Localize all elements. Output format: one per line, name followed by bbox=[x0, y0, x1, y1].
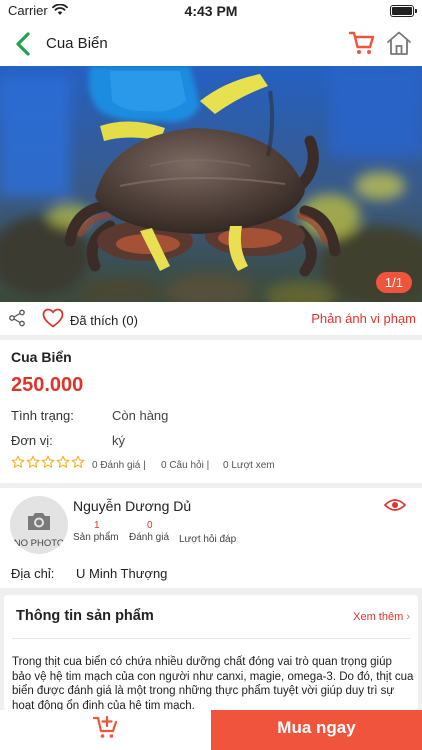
action-row: Đã thích (0) Phản ánh vi phạm bbox=[0, 302, 422, 335]
bottom-bar: Mua ngay bbox=[0, 710, 422, 750]
review-count[interactable]: 0 Đánh giá | bbox=[92, 460, 146, 471]
star-icon bbox=[26, 455, 40, 468]
battery-icon bbox=[390, 5, 417, 17]
stock-status-label: Tình trạng: bbox=[11, 408, 74, 423]
product-name: Cua Biển bbox=[11, 349, 72, 365]
image-counter: 1/1 bbox=[375, 272, 412, 293]
product-details-card: Thông tin sản phẩm Xem thêm › Trong thịt… bbox=[4, 595, 418, 712]
product-details-section: Thông tin sản phẩm Xem thêm › Trong thịt… bbox=[0, 592, 422, 712]
seller-products-label: Sản phẩm bbox=[73, 532, 119, 543]
rating-stars bbox=[11, 455, 85, 469]
seller-reviews-label: Đánh giá bbox=[129, 532, 170, 543]
address-value: U Minh Thượng bbox=[76, 566, 168, 581]
avatar: NO PHOTO bbox=[10, 496, 68, 554]
like-count-label[interactable]: Đã thích (0) bbox=[70, 313, 138, 328]
product-image[interactable]: 1/1 bbox=[0, 66, 422, 302]
seller-reviews-count: 0 bbox=[147, 520, 153, 531]
add-to-cart-icon bbox=[93, 715, 118, 738]
status-bar: Carrier 4:43 PM bbox=[0, 0, 422, 22]
star-icon bbox=[71, 455, 85, 468]
star-icon bbox=[41, 455, 55, 468]
chevron-left-icon[interactable] bbox=[12, 31, 36, 57]
product-description: Trong thịt cua biển có chứa nhiều dưỡng … bbox=[12, 656, 414, 712]
product-info: Cua Biển 250.000 Tình trạng: Còn hàng Đơ… bbox=[0, 340, 422, 483]
cart-icon[interactable] bbox=[348, 29, 376, 57]
add-to-cart-button[interactable] bbox=[0, 710, 211, 750]
details-title: Thông tin sản phẩm bbox=[16, 608, 154, 624]
unit-label: Đơn vị: bbox=[11, 433, 53, 448]
avatar-placeholder-text: NO PHOTO bbox=[13, 538, 65, 549]
address-label: Địa chỉ: bbox=[11, 566, 55, 581]
see-more-link[interactable]: Xem thêm › bbox=[353, 611, 410, 623]
seller-answers-label: Lượt hỏi đáp bbox=[179, 534, 237, 545]
buy-now-button[interactable]: Mua ngay bbox=[211, 710, 422, 750]
home-icon[interactable] bbox=[385, 29, 413, 57]
star-icon bbox=[56, 455, 70, 468]
nav-bar: Cua Biển bbox=[0, 22, 422, 66]
stock-status-value: Còn hàng bbox=[112, 408, 169, 423]
status-time: 4:43 PM bbox=[184, 3, 238, 19]
view-count: 0 Lượt xem bbox=[223, 460, 275, 471]
chevron-right-icon: › bbox=[406, 611, 410, 623]
question-count[interactable]: 0 Câu hỏi | bbox=[161, 460, 209, 471]
seller-card[interactable]: NO PHOTO Nguyễn Dương Dủ 1 Sản phẩm 0 Đá… bbox=[0, 488, 422, 588]
camera-icon bbox=[28, 513, 50, 530]
star-icon bbox=[11, 455, 25, 468]
page-title: Cua Biển bbox=[46, 35, 108, 52]
see-more-label: Xem thêm bbox=[353, 611, 404, 623]
product-price: 250.000 bbox=[11, 374, 84, 396]
eye-icon[interactable] bbox=[384, 498, 406, 512]
share-icon[interactable] bbox=[8, 309, 26, 327]
crab-photo bbox=[0, 66, 422, 302]
divider bbox=[12, 638, 410, 639]
seller-name[interactable]: Nguyễn Dương Dủ bbox=[73, 498, 191, 514]
report-violation-link[interactable]: Phản ánh vi phạm bbox=[311, 311, 416, 326]
heart-icon[interactable] bbox=[42, 308, 64, 328]
seller-products-count: 1 bbox=[94, 520, 100, 531]
unit-value: ký bbox=[112, 433, 125, 448]
